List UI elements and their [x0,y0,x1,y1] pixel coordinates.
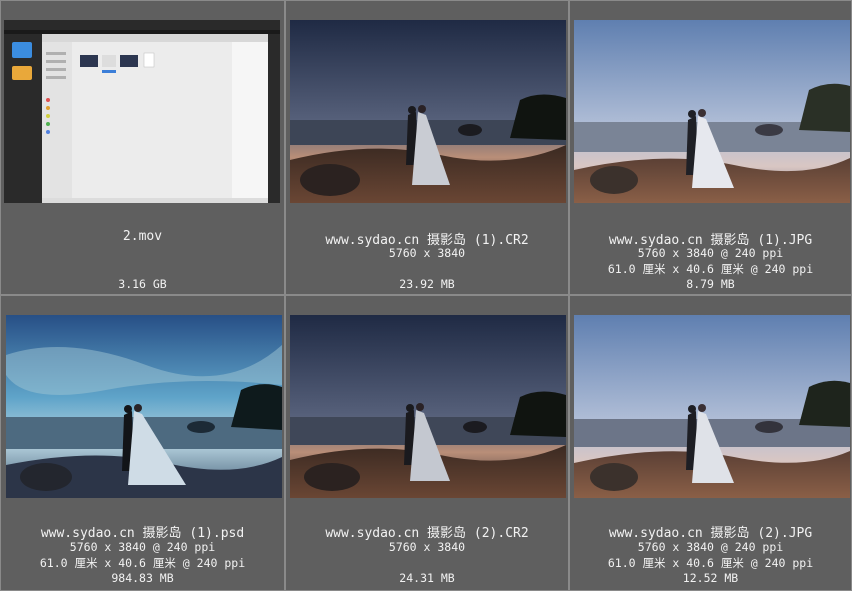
file-thumbnail-cell[interactable]: www.sydao.cn 摄影岛 (2).CR2 5760 x 3840 24.… [285,295,569,591]
file-size: 12.52 MB [682,571,739,585]
file-thumbnail-cell[interactable]: 2.mov 3.16 GB [0,0,285,295]
file-name: www.sydao.cn 摄影岛 (2).JPG [608,526,813,541]
print-size: 61.0 厘米 x 40.6 厘米 @ 240 ppi [607,556,814,570]
print-size: 61.0 厘米 x 40.6 厘米 @ 240 ppi [607,262,814,276]
file-thumbnail-cell[interactable]: www.sydao.cn 摄影岛 (1).JPG 5760 x 3840 @ 2… [569,0,852,295]
file-name: 2.mov [122,229,163,244]
image-dimensions: 5760 x 3840 @ 240 ppi [637,540,784,554]
thumbnail-grid: 2.mov 3.16 GB www.sydao.cn 摄影岛 (1).CR2 5… [0,0,852,591]
photo-thumbnail-image [574,315,850,498]
print-size: 61.0 厘米 x 40.6 厘米 @ 240 ppi [39,556,246,570]
file-size: 3.16 GB [118,277,167,291]
image-dimensions: 5760 x 3840 @ 240 ppi [637,246,784,260]
file-size: 8.79 MB [686,277,735,291]
video-thumbnail-image [4,20,280,203]
image-dimensions: 5760 x 3840 [388,540,466,554]
file-thumbnail-cell[interactable]: www.sydao.cn 摄影岛 (1).CR2 5760 x 3840 23.… [285,0,569,295]
file-name: www.sydao.cn 摄影岛 (1).psd [40,526,245,541]
photo-thumbnail-image [574,20,850,203]
file-size: 23.92 MB [399,277,455,291]
photo-thumbnail-image [6,315,282,498]
image-dimensions: 5760 x 3840 [388,246,466,260]
image-dimensions: 5760 x 3840 @ 240 ppi [69,540,216,554]
photo-thumbnail-image [290,20,566,203]
photo-thumbnail-image [290,315,566,498]
file-thumbnail-cell[interactable]: www.sydao.cn 摄影岛 (1).psd 5760 x 3840 @ 2… [0,295,285,591]
file-size: 984.83 MB [111,571,174,585]
file-size: 24.31 MB [399,571,455,585]
file-thumbnail-cell[interactable]: www.sydao.cn 摄影岛 (2).JPG 5760 x 3840 @ 2… [569,295,852,591]
file-name: www.sydao.cn 摄影岛 (2).CR2 [325,526,529,541]
